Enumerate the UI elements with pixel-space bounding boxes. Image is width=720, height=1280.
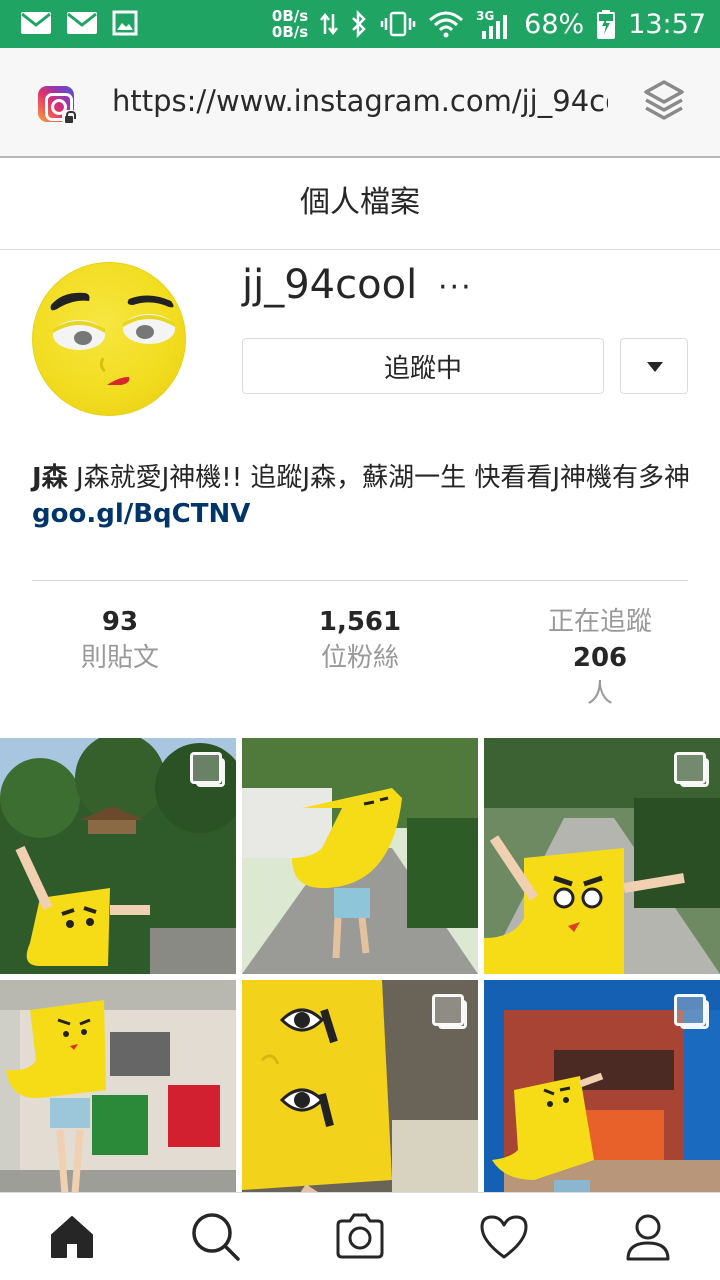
mail-icon [67, 12, 97, 34]
divider [32, 580, 688, 581]
page-title: 個人檔案 [300, 185, 420, 220]
clock: 13:57 [628, 8, 706, 40]
username: jj_94cool [242, 262, 418, 308]
vibrate-icon [380, 11, 416, 37]
camera-icon[interactable] [334, 1211, 386, 1263]
caret-down-icon [647, 362, 663, 372]
multiple-photos-icon [674, 994, 709, 1029]
network-speed: 0B/s 0B/s [271, 7, 309, 41]
browser-address-bar: https://www.instagram.com/jj_94cool/ [0, 48, 720, 158]
multiple-photos-icon [674, 752, 709, 787]
image-icon [112, 10, 138, 36]
post-image [0, 980, 236, 1216]
posts-count: 93 則貼文 [80, 607, 159, 673]
post-thumbnail[interactable] [0, 980, 236, 1216]
avatar[interactable] [32, 262, 186, 416]
wifi-icon [429, 11, 464, 38]
more-options-icon[interactable]: ··· [438, 270, 473, 305]
bio-link[interactable]: goo.gl/BqCTNV [32, 499, 250, 529]
multiple-photos-icon [432, 994, 467, 1029]
multiple-photos-icon [190, 752, 225, 787]
following-button[interactable]: 追蹤中 [242, 338, 604, 394]
post-thumbnail[interactable] [484, 738, 720, 974]
signal-icon: 3G [476, 7, 512, 41]
page-header: 個人檔案 [0, 160, 720, 250]
emoji-face-icon [50, 292, 175, 385]
heart-icon[interactable] [478, 1211, 530, 1263]
home-icon[interactable] [46, 1211, 98, 1263]
data-transfer-icon [320, 12, 339, 36]
post-thumbnail[interactable] [242, 980, 478, 1216]
mail-icon [21, 12, 51, 34]
followers-count[interactable]: 1,561 位粉絲 [240, 604, 480, 676]
suggestions-dropdown-button[interactable] [620, 338, 688, 394]
profile-icon[interactable] [622, 1211, 674, 1263]
full-name: J森 [32, 463, 68, 493]
post-thumbnail[interactable] [242, 738, 478, 974]
post-thumbnail[interactable] [484, 980, 720, 1216]
tabs-layers-icon[interactable] [642, 78, 686, 126]
search-icon[interactable] [190, 1211, 242, 1263]
following-count[interactable]: 正在追蹤 206 人 [480, 604, 720, 712]
battery-charging-icon [597, 10, 616, 39]
bluetooth-icon [352, 10, 366, 38]
profile-bio: J森 J森就愛J神機!! 追蹤J森，蘇湖一生 快看看J神機有多神 goo.gl/… [32, 460, 692, 532]
post-image [242, 738, 478, 974]
url-field[interactable]: https://www.instagram.com/jj_94cool/ [112, 84, 608, 118]
status-bar: 0B/s 0B/s 3G 68% 13:57 [0, 0, 720, 48]
lock-icon [62, 110, 76, 124]
battery-percent: 68% [524, 8, 585, 40]
bio-text: J森就愛J神機!! 追蹤J森，蘇湖一生 快看看J神機有多神 [67, 463, 690, 493]
post-thumbnail[interactable] [0, 738, 236, 974]
bottom-navigation [0, 1192, 720, 1280]
post-grid [0, 738, 720, 1216]
